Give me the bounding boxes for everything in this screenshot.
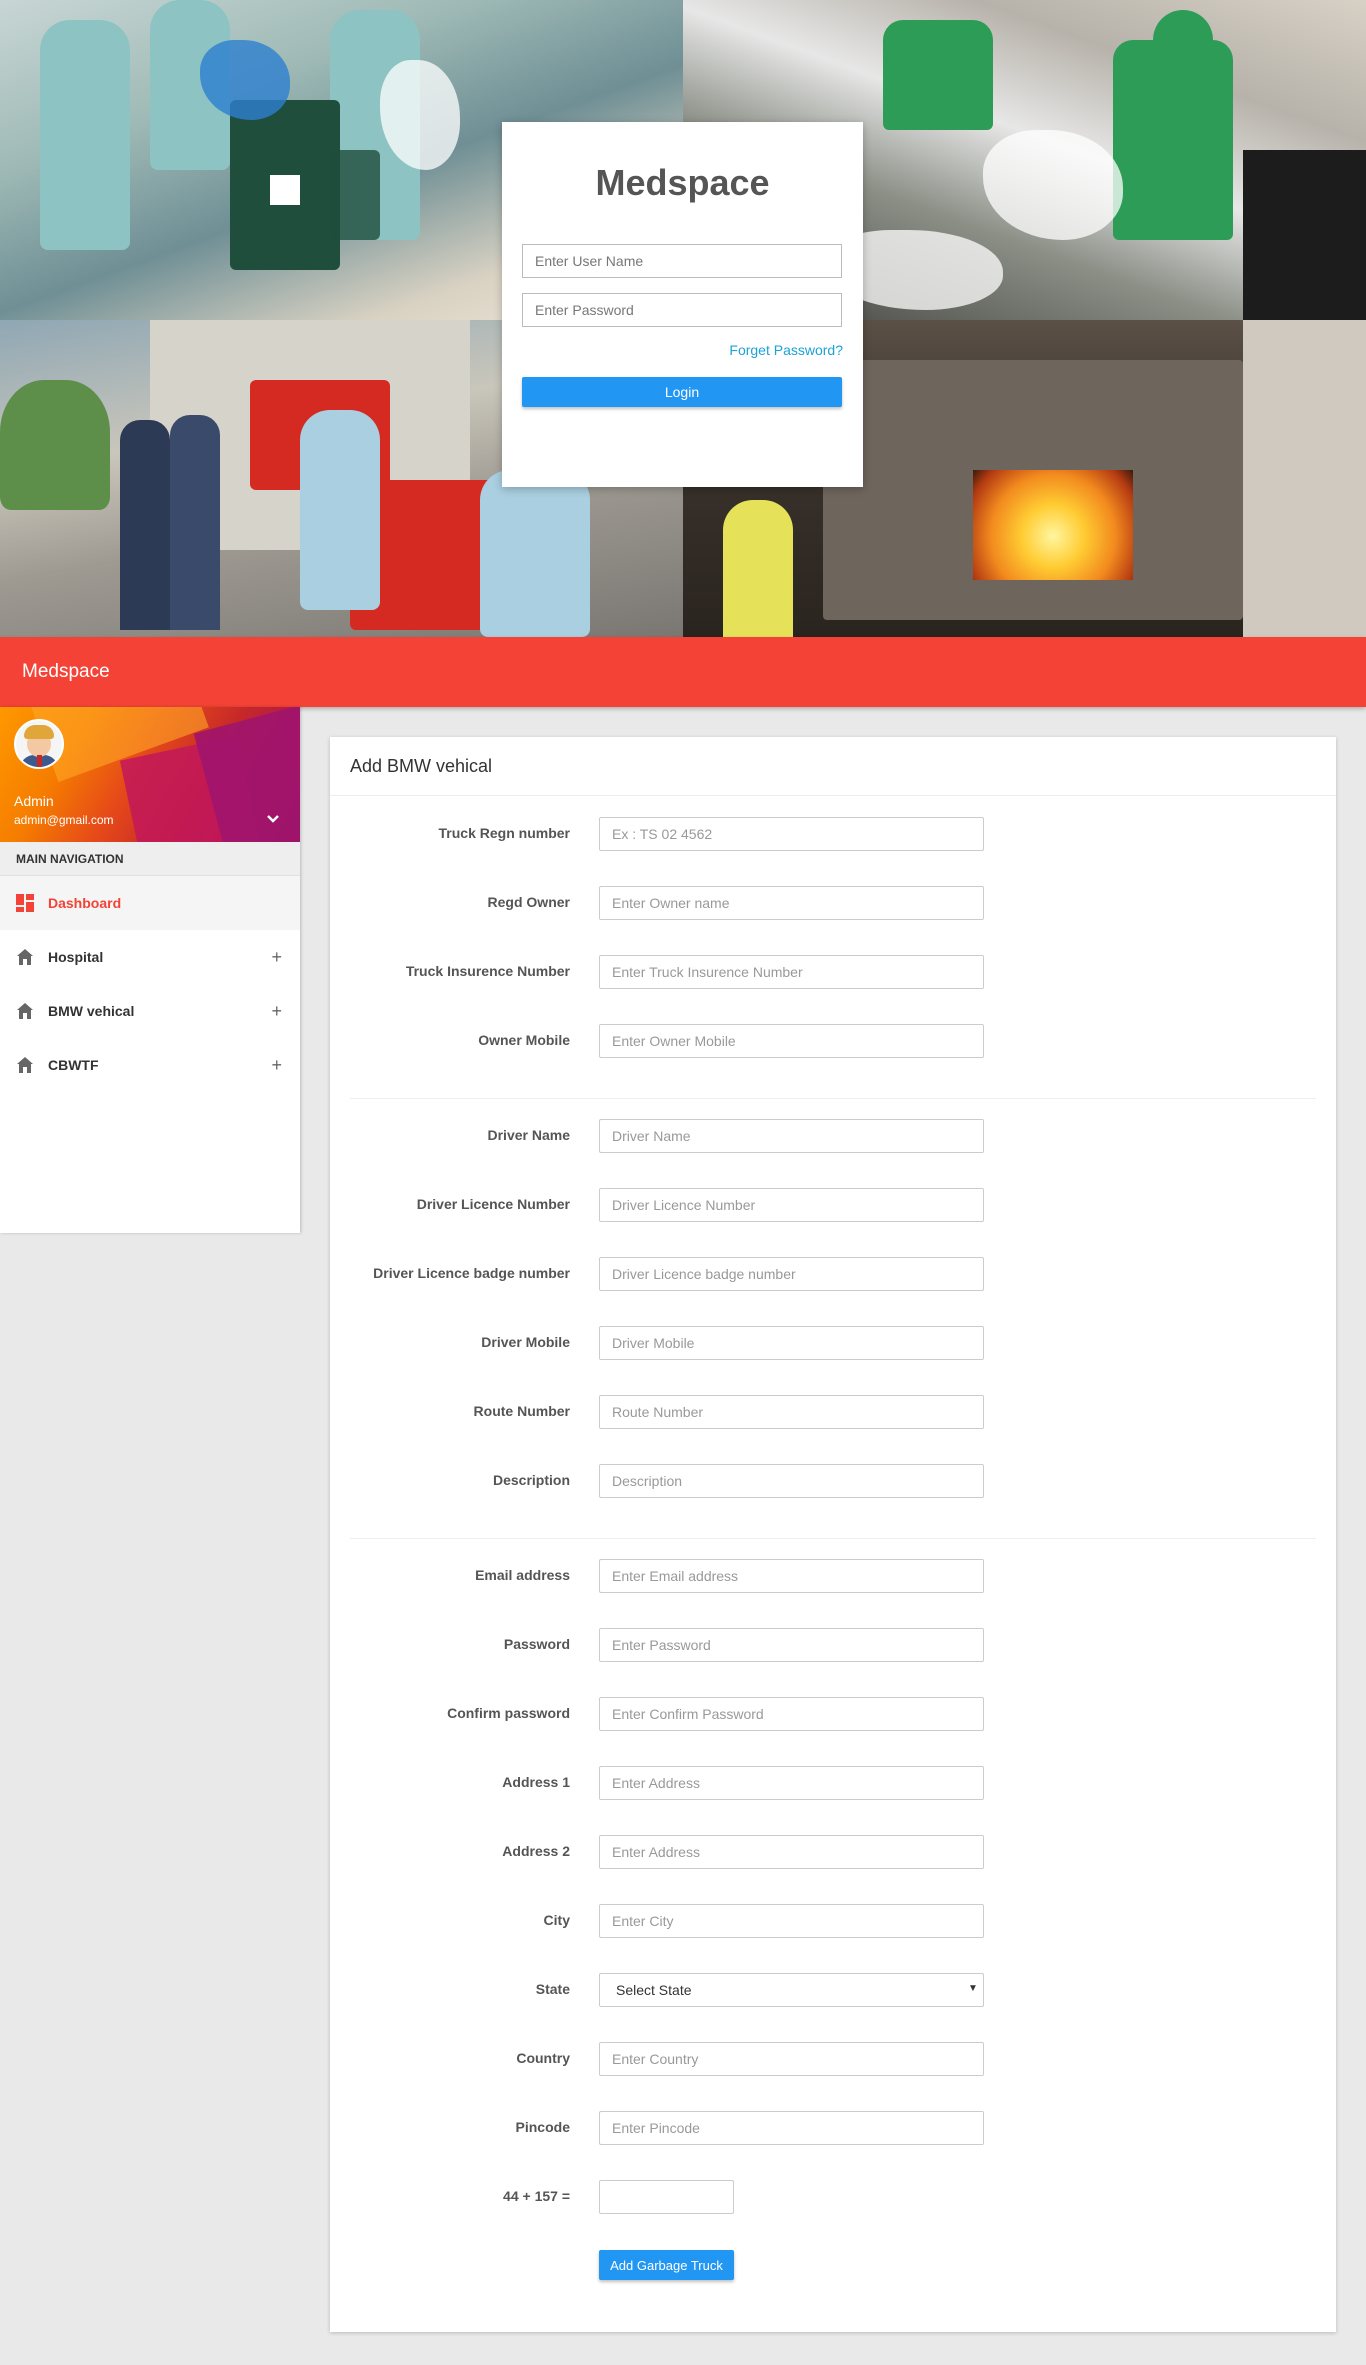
- dashboard-icon: [16, 894, 34, 912]
- field-label: Truck Regn number: [438, 825, 570, 841]
- field-label: Driver Mobile: [481, 1334, 570, 1350]
- form-row-pincode: Pincode: [330, 2111, 1336, 2145]
- user-email: admin@gmail.com: [14, 813, 114, 827]
- form-row-address-1: Address 1: [330, 1766, 1336, 1800]
- sidebar-item-dashboard[interactable]: Dashboard: [0, 876, 300, 930]
- field-label: Confirm password: [447, 1705, 570, 1721]
- sidebar-item-label: Hospital: [48, 949, 104, 965]
- home-icon: [16, 1002, 34, 1020]
- description-input[interactable]: [599, 1464, 984, 1498]
- owner-mobile-input[interactable]: [599, 1024, 984, 1058]
- form-row-licence-badge: Driver Licence badge number: [330, 1257, 1336, 1291]
- form-row-insurence: Truck Insurence Number: [330, 955, 1336, 989]
- card-title: Add BMW vehical: [330, 737, 1336, 796]
- expand-plus-icon[interactable]: +: [271, 1055, 282, 1076]
- form-row-address-2: Address 2: [330, 1835, 1336, 1869]
- username-input[interactable]: [522, 244, 842, 278]
- captcha-input[interactable]: [599, 2180, 734, 2214]
- sidebar-item-label: CBWTF: [48, 1057, 99, 1073]
- form-row-driver-name: Driver Name: [330, 1119, 1336, 1153]
- form-row-state: State Select State ▼: [330, 1973, 1336, 2007]
- driver-mobile-input[interactable]: [599, 1326, 984, 1360]
- country-input[interactable]: [599, 2042, 984, 2076]
- route-number-input[interactable]: [599, 1395, 984, 1429]
- login-button[interactable]: Login: [522, 377, 842, 407]
- sidebar-item-cbwtf[interactable]: CBWTF +: [0, 1038, 300, 1092]
- form-row-password: Password: [330, 1628, 1336, 1662]
- licence-number-input[interactable]: [599, 1188, 984, 1222]
- captcha-label: 44 + 157 =: [503, 2188, 570, 2204]
- field-label: Truck Insurence Number: [405, 963, 570, 979]
- field-label: Password: [503, 1636, 570, 1652]
- state-select[interactable]: Select State: [599, 1973, 984, 2007]
- city-input[interactable]: [599, 1904, 984, 1938]
- login-title: Medspace: [595, 162, 770, 203]
- field-label: City: [543, 1912, 570, 1928]
- field-label: Owner Mobile: [478, 1032, 570, 1048]
- user-info-panel: Admin admin@gmail.com: [0, 707, 300, 842]
- regd-owner-input[interactable]: [599, 886, 984, 920]
- password-input[interactable]: [522, 293, 842, 327]
- driver-name-input[interactable]: [599, 1119, 984, 1153]
- home-icon: [16, 948, 34, 966]
- field-label: Pincode: [515, 2119, 570, 2135]
- field-label: Driver Licence Number: [416, 1196, 570, 1212]
- brand-title[interactable]: Medspace: [22, 661, 110, 683]
- sidebar-item-label: Dashboard: [48, 895, 122, 911]
- form-row-captcha: 44 + 157 =: [330, 2180, 1336, 2214]
- field-label: Address 2: [502, 1843, 570, 1859]
- section-divider: [350, 1538, 1316, 1539]
- home-icon: [16, 1056, 34, 1074]
- form-row-confirm-password: Confirm password: [330, 1697, 1336, 1731]
- hero-banner: Medspace Forget Password? Login: [0, 0, 1366, 637]
- truck-regn-input[interactable]: [599, 817, 984, 851]
- login-card: Medspace Forget Password? Login: [502, 122, 863, 487]
- forget-password-link[interactable]: Forget Password?: [729, 342, 843, 358]
- user-name: Admin: [14, 793, 54, 809]
- address-1-input[interactable]: [599, 1766, 984, 1800]
- expand-plus-icon[interactable]: +: [271, 947, 282, 968]
- form-row-city: City: [330, 1904, 1336, 1938]
- insurence-number-input[interactable]: [599, 955, 984, 989]
- form-row-truck-regn: Truck Regn number: [330, 817, 1336, 851]
- field-label: Address 1: [502, 1774, 570, 1790]
- field-label: State: [535, 1981, 570, 1997]
- form-row-email: Email address: [330, 1559, 1336, 1593]
- field-label: Country: [516, 2050, 570, 2066]
- add-garbage-truck-button[interactable]: Add Garbage Truck: [599, 2250, 734, 2280]
- address-2-input[interactable]: [599, 1835, 984, 1869]
- password-field[interactable]: [599, 1628, 984, 1662]
- sidebar-item-bmw-vehical[interactable]: BMW vehical +: [0, 984, 300, 1038]
- form-row-owner-mobile: Owner Mobile: [330, 1024, 1336, 1058]
- email-field[interactable]: [599, 1559, 984, 1593]
- confirm-password-field[interactable]: [599, 1697, 984, 1731]
- form-row-description: Description: [330, 1464, 1336, 1498]
- add-vehicle-card: Add BMW vehical Truck Regn number Regd O…: [330, 737, 1336, 2332]
- sidebar-item-label: BMW vehical: [48, 1003, 135, 1019]
- sidebar: Admin admin@gmail.com MAIN NAVIGATION Da…: [0, 707, 300, 1233]
- form-row-driver-mobile: Driver Mobile: [330, 1326, 1336, 1360]
- pincode-input[interactable]: [599, 2111, 984, 2145]
- form-row-licence-number: Driver Licence Number: [330, 1188, 1336, 1222]
- licence-badge-input[interactable]: [599, 1257, 984, 1291]
- sidebar-item-hospital[interactable]: Hospital +: [0, 930, 300, 984]
- field-label: Description: [492, 1472, 570, 1488]
- chevron-down-icon[interactable]: [266, 811, 280, 827]
- expand-plus-icon[interactable]: +: [271, 1001, 282, 1022]
- top-navbar: Medspace: [0, 637, 1366, 707]
- field-label: Driver Licence badge number: [373, 1265, 570, 1281]
- field-label: Email address: [475, 1567, 570, 1583]
- avatar[interactable]: [14, 719, 64, 769]
- field-label: Route Number: [473, 1403, 570, 1419]
- form-row-route-number: Route Number: [330, 1395, 1336, 1429]
- field-label: Driver Name: [487, 1127, 571, 1143]
- form-row-country: Country: [330, 2042, 1336, 2076]
- field-label: Regd Owner: [487, 894, 570, 910]
- form-row-regd-owner: Regd Owner: [330, 886, 1336, 920]
- nav-header: MAIN NAVIGATION: [0, 842, 300, 876]
- section-divider: [350, 1098, 1316, 1099]
